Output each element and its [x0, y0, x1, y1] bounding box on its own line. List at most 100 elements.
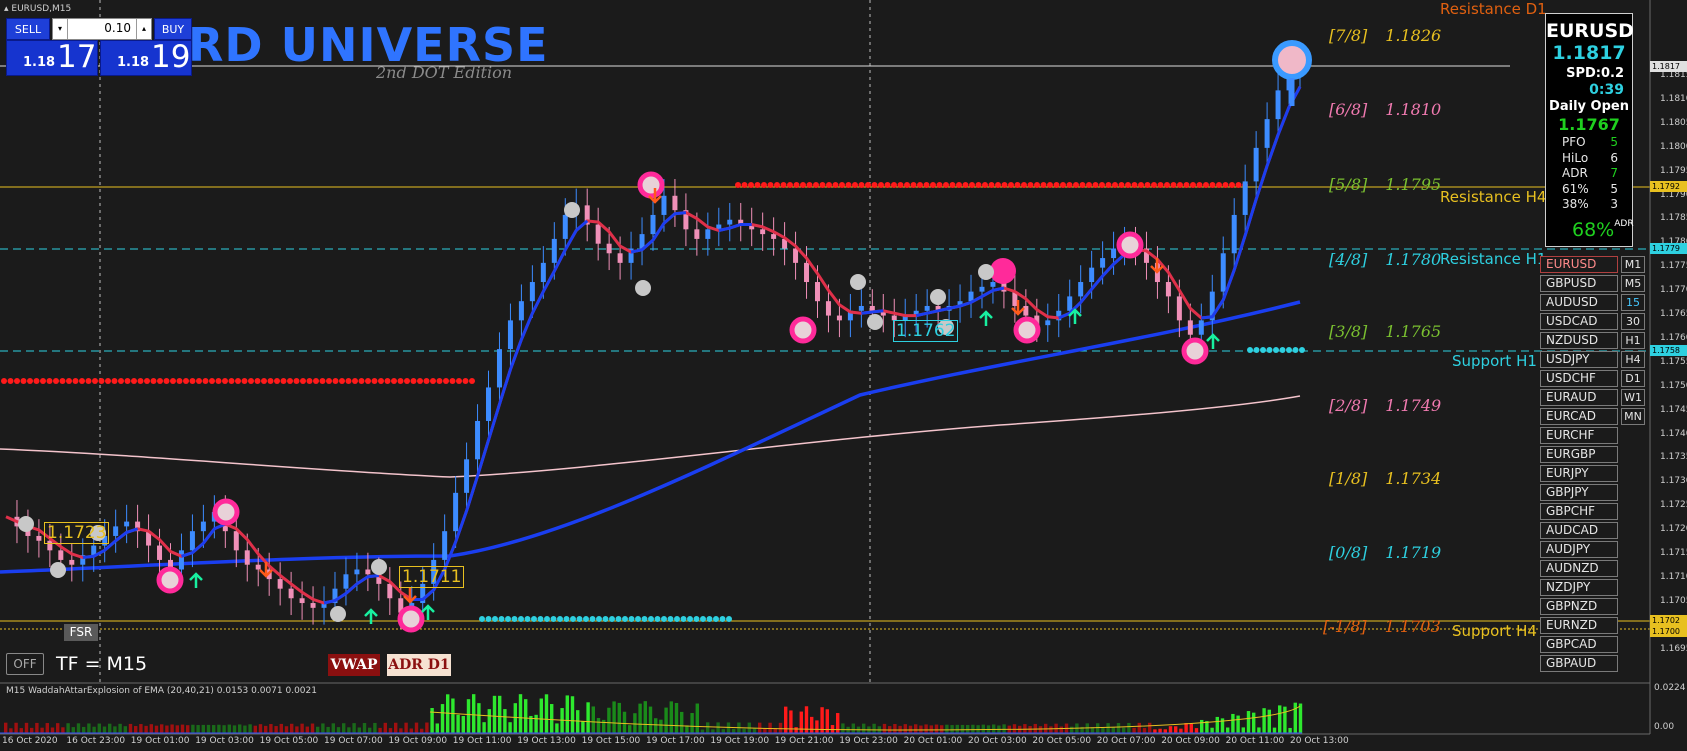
symbol-button-usdcad[interactable]: USDCAD	[1540, 313, 1618, 330]
red-dot	[1183, 182, 1190, 188]
red-dot	[14, 378, 20, 384]
timeframe-button-h1[interactable]: H1	[1621, 332, 1645, 349]
subwindow-axis-zero: 0.00	[1654, 722, 1675, 732]
cyan-dot	[1292, 347, 1299, 353]
red-dot	[1222, 182, 1229, 188]
red-dot	[124, 378, 131, 384]
price-axis-label: 1.1720	[1660, 524, 1687, 535]
fsr-button[interactable]: FSR	[64, 624, 98, 641]
cyan-dot	[1260, 347, 1266, 353]
histogram-bar	[643, 701, 647, 734]
red-dot	[326, 378, 332, 384]
candle	[1220, 253, 1226, 292]
red-dot	[384, 378, 391, 384]
symbol-button-gbpcad[interactable]: GBPCAD	[1540, 636, 1618, 653]
symbol-button-gbpjpy[interactable]: GBPJPY	[1540, 484, 1618, 501]
lot-value[interactable]: 0.10	[104, 21, 131, 35]
cyan-dot	[602, 616, 609, 622]
cyan-dot	[563, 616, 570, 622]
symbol-button-nzdusd[interactable]: NZDUSD	[1540, 332, 1618, 349]
symbol-button-eurchf[interactable]: EURCHF	[1540, 427, 1618, 444]
red-dot	[923, 182, 930, 188]
candle	[595, 224, 601, 244]
price-tag: 1.1702	[1650, 615, 1687, 626]
red-dot	[85, 378, 92, 384]
timeframe-button-h4[interactable]: H4	[1621, 351, 1645, 368]
red-dot	[1216, 182, 1222, 188]
adr-d1-button[interactable]: ADR D1	[387, 654, 451, 676]
histogram-bar	[414, 722, 419, 734]
adr-percent-suffix: ADR	[1614, 219, 1634, 229]
histogram-bar	[622, 711, 627, 734]
gray-dot-marker	[635, 280, 651, 296]
symbol-button-eurjpy[interactable]: EURJPY	[1540, 465, 1618, 482]
symbol-button-nzdjpy[interactable]: NZDJPY	[1540, 579, 1618, 596]
symbol-button-audusd[interactable]: AUDUSD	[1540, 294, 1618, 311]
buy-button[interactable]: BUY	[154, 18, 192, 40]
symbol-button-gbpnzd[interactable]: GBPNZD	[1540, 598, 1618, 615]
timeframe-button-w1[interactable]: W1	[1621, 389, 1645, 406]
cyan-dot	[726, 616, 732, 622]
histogram-bar	[1189, 723, 1193, 734]
off-toggle[interactable]: OFF	[6, 653, 44, 675]
symbol-button-gbpchf[interactable]: GBPCHF	[1540, 503, 1618, 520]
candle	[233, 531, 239, 551]
symbol-button-gbpaud[interactable]: GBPAUD	[1540, 655, 1618, 672]
red-dot	[832, 182, 839, 188]
timeframe-button-mn[interactable]: MN	[1621, 408, 1645, 425]
price-axis-label: 1.1710	[1660, 571, 1687, 582]
red-dot	[33, 378, 40, 384]
info-stat-value: 7	[1610, 166, 1618, 180]
symbol-button-eurnzd[interactable]: EURNZD	[1540, 617, 1618, 634]
lot-size-stepper[interactable]: ▾ 0.10 ▴	[52, 18, 152, 40]
histogram-bar	[612, 701, 616, 734]
red-dot	[40, 378, 46, 384]
timeframe-button-d1[interactable]: D1	[1621, 370, 1645, 387]
histogram-bar	[118, 723, 122, 734]
histogram-bar	[1106, 723, 1110, 734]
symbol-button-euraud[interactable]: EURAUD	[1540, 389, 1618, 406]
price-axis-label: 1.1750	[1660, 380, 1687, 391]
symbol-button-eurgbp[interactable]: EURGBP	[1540, 446, 1618, 463]
vwap-button[interactable]: VWAP	[328, 654, 380, 676]
timeframe-button-m1[interactable]: M1	[1621, 256, 1645, 273]
red-dot	[469, 378, 475, 384]
timeframe-button-m5[interactable]: M5	[1621, 275, 1645, 292]
red-dot	[1203, 182, 1209, 188]
buy-price-box[interactable]: 1.18 19	[100, 39, 192, 76]
timeframe-button-15[interactable]: 15	[1621, 294, 1645, 311]
red-dot	[1131, 182, 1138, 188]
symbol-button-audcad[interactable]: AUDCAD	[1540, 522, 1618, 539]
histogram-bar	[472, 694, 476, 734]
histogram-bar	[461, 716, 465, 734]
lot-down-icon[interactable]: ▾	[53, 19, 68, 39]
cyan-dot	[557, 616, 563, 622]
symbol-button-usdjpy[interactable]: USDJPY	[1540, 351, 1618, 368]
red-dot	[754, 182, 761, 188]
symbol-button-eurcad[interactable]: EURCAD	[1540, 408, 1618, 425]
symbol-button-eurusd[interactable]: EURUSD	[1540, 256, 1618, 273]
cyan-dot	[1273, 347, 1279, 353]
resistance-h1-label: Resistance H1	[1440, 250, 1547, 268]
red-dot	[897, 182, 904, 188]
red-dot	[910, 182, 917, 188]
sell-price-box[interactable]: 1.18 17	[6, 39, 98, 76]
symbol-button-audjpy[interactable]: AUDJPY	[1540, 541, 1618, 558]
histogram-bar	[440, 704, 445, 734]
histogram-bar	[518, 694, 523, 734]
histogram-bar	[544, 694, 549, 734]
lot-up-icon[interactable]: ▴	[136, 19, 151, 39]
symbol-button-audnzd[interactable]: AUDNZD	[1540, 560, 1618, 577]
symbol-button-gbpusd[interactable]: GBPUSD	[1540, 275, 1618, 292]
red-dot	[962, 182, 969, 188]
sell-button[interactable]: SELL	[6, 18, 50, 40]
candle	[705, 229, 711, 239]
symbol-button-usdchf[interactable]: USDCHF	[1540, 370, 1618, 387]
time-axis-label: 19 Oct 13:00	[517, 736, 576, 746]
red-dot	[241, 378, 248, 384]
murrey-level-label: [2/8] 1.1749	[1329, 396, 1441, 415]
cyan-dot	[485, 616, 492, 622]
red-dot	[7, 378, 14, 384]
red-dot	[865, 182, 871, 188]
timeframe-button-30[interactable]: 30	[1621, 313, 1645, 330]
